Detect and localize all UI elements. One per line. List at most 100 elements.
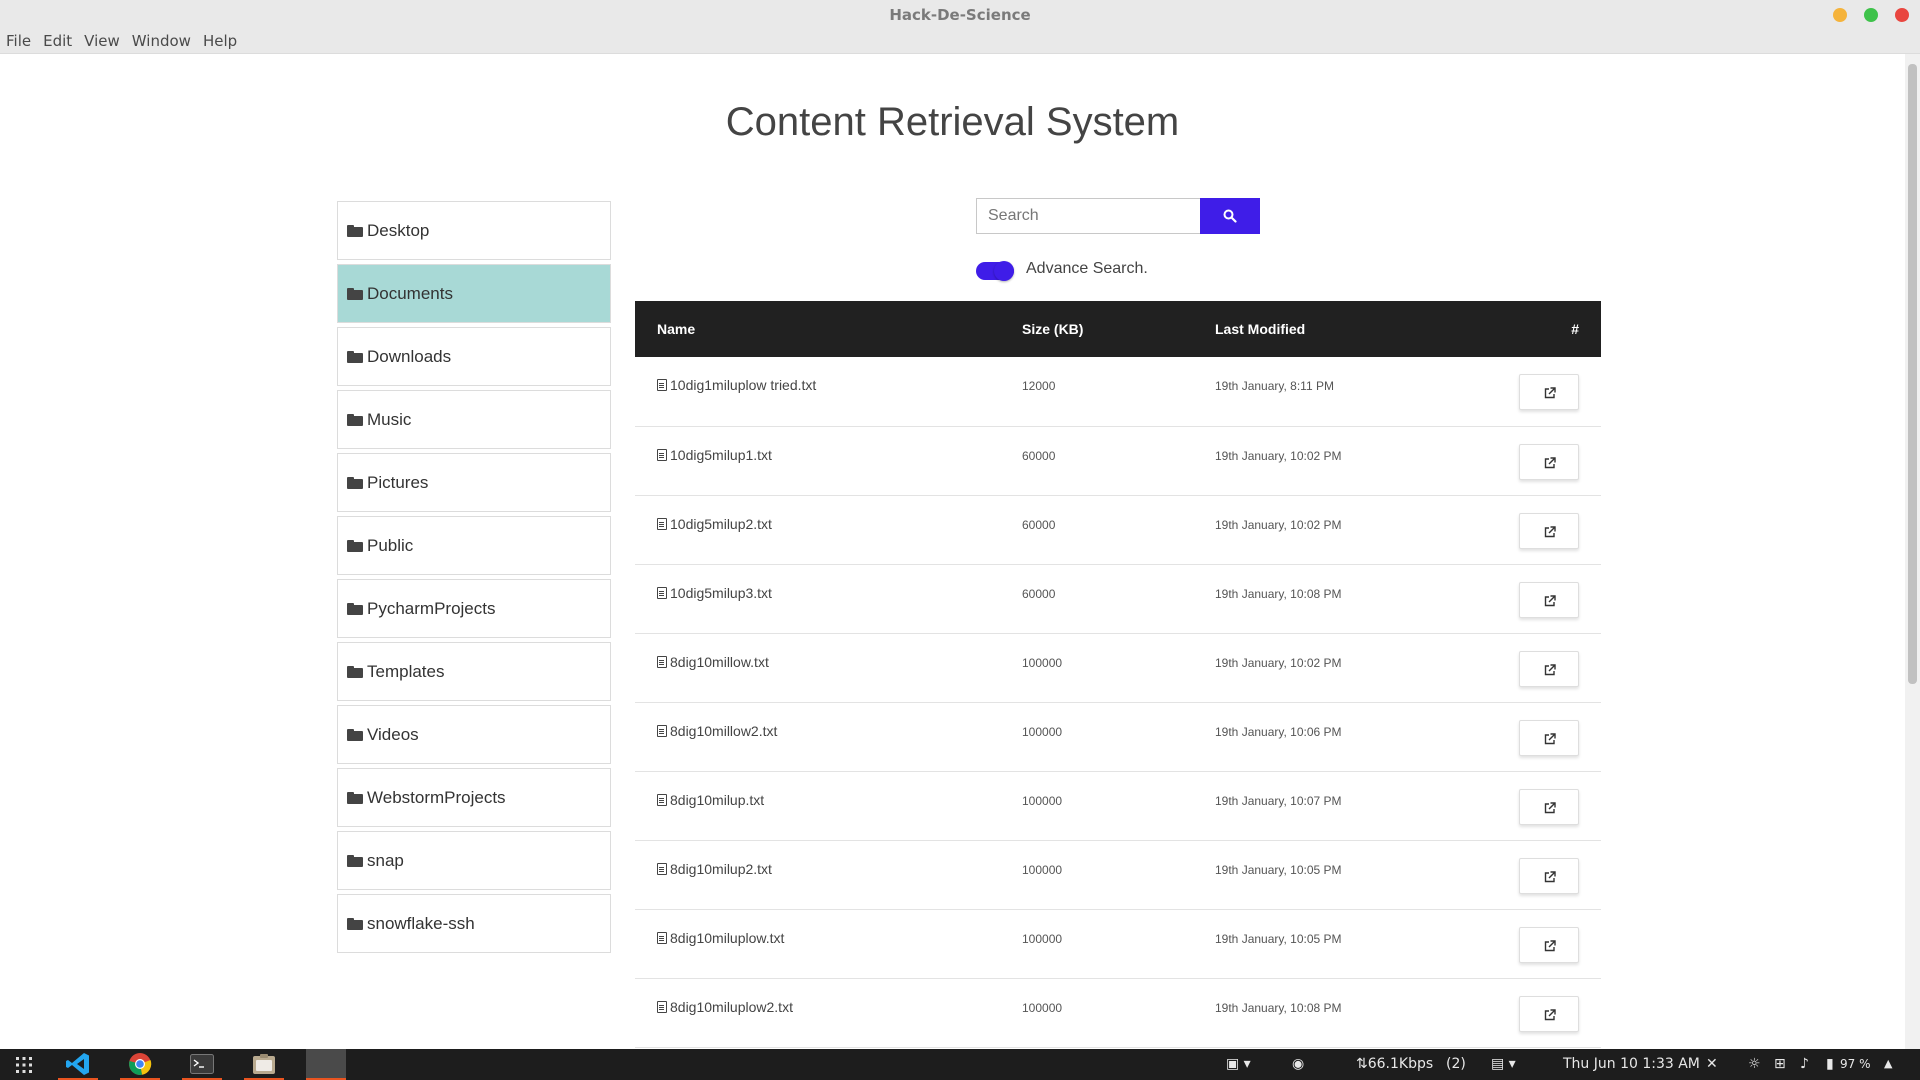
menu-view[interactable]: View <box>78 28 126 50</box>
battery-icon[interactable]: ▮ <box>1826 1056 1834 1072</box>
file-icon <box>657 862 667 875</box>
open-file-button[interactable] <box>1519 581 1579 618</box>
screen-icon[interactable]: ▣ ▾ <box>1226 1056 1251 1072</box>
file-action-cell <box>1515 840 1601 909</box>
clock[interactable]: Thu Jun 10 1:33 AM <box>1563 1056 1700 1072</box>
files-icon[interactable] <box>244 1049 284 1080</box>
open-file-button[interactable] <box>1519 650 1579 687</box>
file-name: 10dig5milup2.txt <box>670 515 772 532</box>
sidebar-item-templates[interactable]: Templates <box>337 642 611 701</box>
menu-help[interactable]: Help <box>197 28 243 50</box>
file-name: 10dig1miluplow tried.txt <box>670 377 817 393</box>
notifications-off-icon[interactable]: ✕ <box>1706 1056 1718 1072</box>
open-file-button[interactable] <box>1519 719 1579 756</box>
external-link-icon <box>1544 387 1556 399</box>
network-speed: ⇅66.1Kbps <box>1356 1056 1434 1072</box>
minimize-button[interactable] <box>1833 8 1847 22</box>
sidebar-item-videos[interactable]: Videos <box>337 705 611 764</box>
open-file-button[interactable] <box>1519 857 1579 894</box>
file-size: 100000 <box>1022 862 1063 877</box>
volume-icon[interactable]: ♪ <box>1800 1056 1809 1072</box>
menu-window[interactable]: Window <box>126 28 197 50</box>
close-button[interactable] <box>1895 8 1909 22</box>
open-file-button[interactable] <box>1519 512 1579 549</box>
menu-edit[interactable]: Edit <box>37 28 78 50</box>
folder-icon <box>347 224 363 237</box>
maximize-button[interactable] <box>1864 8 1878 22</box>
external-link-icon <box>1544 456 1556 468</box>
menu-file[interactable]: File <box>0 28 37 50</box>
sidebar-item-label: Documents <box>367 283 453 303</box>
file-icon <box>657 655 667 668</box>
file-name-cell: 8dig10milup.txt <box>635 771 1022 840</box>
sidebar-item-desktop[interactable]: Desktop <box>337 201 611 260</box>
app-content: Content Retrieval System Desktop Document… <box>0 54 1905 1049</box>
folder-icon <box>347 791 363 804</box>
sidebar-item-webstormprojects[interactable]: WebstormProjects <box>337 768 611 827</box>
table-header-row: Name Size (KB) Last Modified # <box>635 301 1601 357</box>
open-file-button[interactable] <box>1519 995 1579 1032</box>
sidebar-item-label: snowflake-ssh <box>367 913 475 933</box>
sidebar-item-music[interactable]: Music <box>337 390 611 449</box>
folder-icon <box>347 665 363 678</box>
taskbar: ▣ ▾ ◉ ⇅66.1Kbps (2) ▤ ▾ Thu Jun 10 1:33 … <box>0 1049 1920 1080</box>
sidebar-item-snowflake-ssh[interactable]: snowflake-ssh <box>337 894 611 953</box>
header-action: # <box>1571 321 1579 337</box>
open-file-button[interactable] <box>1519 374 1579 410</box>
file-icon <box>657 724 667 737</box>
vscode-icon[interactable] <box>58 1049 98 1080</box>
tray-expand-icon[interactable]: ▲ <box>1884 1057 1892 1070</box>
file-size: 100000 <box>1022 655 1063 670</box>
active-window-indicator[interactable] <box>306 1049 346 1080</box>
sidebar-item-downloads[interactable]: Downloads <box>337 327 611 386</box>
file-size: 100000 <box>1022 793 1063 808</box>
sidebar-item-label: Downloads <box>367 346 452 366</box>
file-action-cell <box>1515 357 1601 426</box>
sidebar-item-label: snap <box>367 850 404 870</box>
scrollbar-thumb[interactable] <box>1908 64 1917 684</box>
file-size: 12000 <box>1022 379 1056 393</box>
header-last-modified[interactable]: Last Modified <box>1215 301 1515 357</box>
table-row: 10dig5milup2.txt 60000 19th January, 10:02… <box>635 495 1601 564</box>
terminal-icon[interactable] <box>182 1049 222 1080</box>
clipboard-icon[interactable]: ▤ ▾ <box>1491 1056 1516 1072</box>
search-button[interactable] <box>1200 198 1260 234</box>
file-modified: 19th January, 10:06 PM <box>1215 724 1342 739</box>
folder-icon <box>347 476 363 489</box>
open-file-button[interactable] <box>1519 926 1579 963</box>
table-row: 10dig5milup1.txt 60000 19th January, 10:02… <box>635 426 1601 495</box>
file-icon <box>657 448 667 461</box>
brightness-icon[interactable]: ☼ <box>1748 1056 1761 1072</box>
sidebar-item-public[interactable]: Public <box>337 516 611 575</box>
folder-sidebar: Desktop Documents Downloads Music Pictures Pu… <box>337 201 611 957</box>
sidebar-item-pycharmprojects[interactable]: PycharmProjects <box>337 579 611 638</box>
scrollbar[interactable] <box>1905 54 1920 1049</box>
folder-icon <box>347 539 363 552</box>
sidebar-item-documents[interactable]: Documents <box>337 264 611 323</box>
file-icon <box>657 793 667 806</box>
open-file-button[interactable] <box>1519 788 1579 825</box>
file-modified: 19th January, 10:02 PM <box>1215 517 1342 532</box>
search-input[interactable] <box>976 198 1200 234</box>
table-row: 8dig10millow.txt 100000 19th January, 10:0… <box>635 633 1601 702</box>
file-modified: 19th January, 10:07 PM <box>1215 793 1342 808</box>
header-name[interactable]: Name <box>635 301 1022 357</box>
search-bar <box>976 198 1260 234</box>
screenshot-icon[interactable]: ◉ <box>1292 1056 1304 1072</box>
advance-search-toggle[interactable] <box>976 261 1014 281</box>
folder-icon <box>347 728 363 741</box>
external-link-icon <box>1544 939 1556 951</box>
open-file-button[interactable] <box>1519 443 1579 480</box>
menu-bar: File Edit View Window Help <box>0 28 1920 54</box>
network-icon[interactable]: ⊞ <box>1774 1056 1786 1072</box>
table-row: 8dig10milup.txt 100000 19th January, 10:07… <box>635 771 1601 840</box>
file-size: 100000 <box>1022 931 1063 946</box>
file-name-cell: 8dig10milup2.txt <box>635 840 1022 909</box>
header-size[interactable]: Size (KB) <box>1022 301 1215 357</box>
sidebar-item-snap[interactable]: snap <box>337 831 611 890</box>
chrome-icon[interactable] <box>120 1049 160 1080</box>
sidebar-item-pictures[interactable]: Pictures <box>337 453 611 512</box>
file-name: 8dig10miluplow2.txt <box>670 998 793 1015</box>
apps-grid-icon[interactable] <box>4 1049 44 1080</box>
file-name-cell: 8dig10millow2.txt <box>635 702 1022 771</box>
